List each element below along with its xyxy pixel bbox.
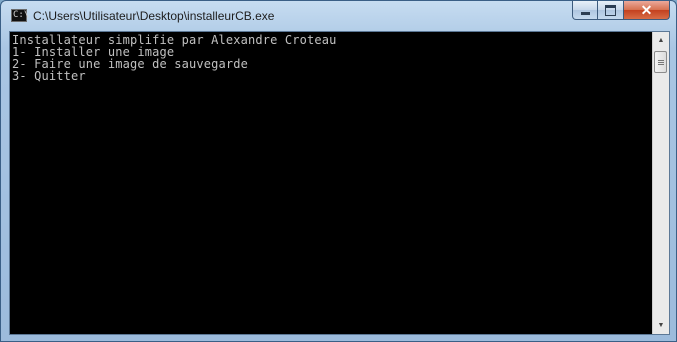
- scrollbar-thumb[interactable]: [654, 51, 667, 73]
- minimize-button[interactable]: [572, 1, 598, 20]
- close-icon: ✕: [640, 1, 653, 18]
- scroll-down-button[interactable]: ▼: [653, 317, 669, 334]
- thumb-grip-line: [658, 64, 664, 65]
- title-bar[interactable]: C:\ C:\Users\Utilisateur\Desktop\install…: [1, 1, 676, 31]
- console-output[interactable]: Installateur simplifie par Alexandre Cro…: [10, 32, 652, 334]
- maximize-button[interactable]: [598, 1, 624, 20]
- scroll-up-button[interactable]: ▲: [653, 32, 669, 49]
- thumb-grip-line: [658, 60, 664, 61]
- scroll-up-arrow-icon: ▲: [657, 37, 665, 44]
- minimize-icon: [580, 11, 590, 15]
- window-title: C:\Users\Utilisateur\Desktop\installeurC…: [33, 9, 275, 23]
- vertical-scrollbar[interactable]: ▲ ▼: [652, 32, 669, 334]
- console-line-option-2: 2- Faire une image de sauvegarde: [12, 57, 248, 71]
- maximize-icon: [605, 4, 616, 16]
- thumb-grip-line: [658, 62, 664, 63]
- console-prompt-glyph: C:\: [13, 10, 30, 20]
- console-line-option-3: 3- Quitter: [12, 69, 86, 83]
- window-controls: ✕: [572, 1, 670, 21]
- console-window: C:\ C:\Users\Utilisateur\Desktop\install…: [0, 0, 677, 342]
- scroll-down-arrow-icon: ▼: [657, 322, 665, 329]
- close-button[interactable]: ✕: [624, 1, 670, 20]
- console-icon[interactable]: C:\: [11, 9, 30, 22]
- console-client-area: Installateur simplifie par Alexandre Cro…: [9, 31, 670, 335]
